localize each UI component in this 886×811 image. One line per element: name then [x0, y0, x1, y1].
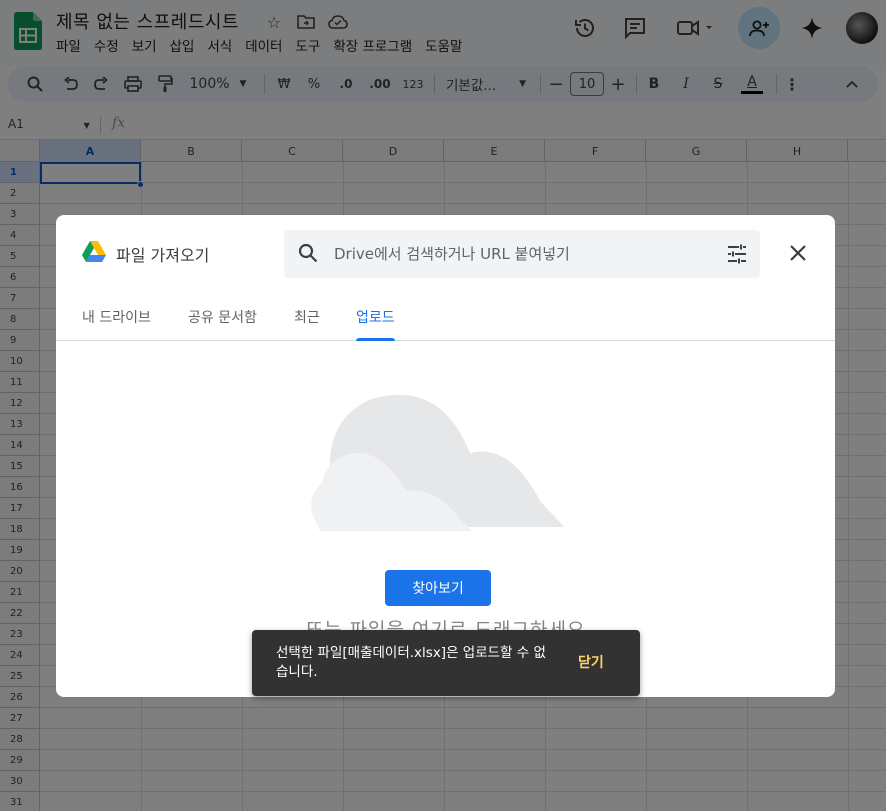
dialog-title: 파일 가져오기: [116, 246, 210, 265]
tab-my-drive[interactable]: 내 드라이브: [82, 307, 151, 341]
close-dialog-button[interactable]: [784, 239, 812, 267]
close-icon: [790, 245, 806, 261]
browse-button[interactable]: 찾아보기: [385, 570, 491, 606]
cloud-illustration-icon: [311, 394, 564, 531]
import-file-dialog: 파일 가져오기 내 드라이브 공유 문서함 최근 업로드 찾아보기 또는 파일을…: [56, 215, 835, 697]
tab-recent[interactable]: 최근: [294, 307, 320, 341]
search-options-icon[interactable]: [726, 243, 748, 265]
drive-search-input[interactable]: [334, 242, 704, 266]
search-icon[interactable]: [298, 243, 318, 263]
tab-upload[interactable]: 업로드: [356, 307, 395, 341]
dialog-tabs: 내 드라이브 공유 문서함 최근 업로드: [56, 295, 835, 341]
tab-shared-with-me[interactable]: 공유 문서함: [188, 307, 257, 341]
snackbar-message: 선택한 파일[매출데이터.xlsx]은 업로드할 수 없습니다.: [276, 645, 546, 680]
error-snackbar: 선택한 파일[매출데이터.xlsx]은 업로드할 수 없습니다. 닫기: [252, 630, 640, 696]
snackbar-close-button[interactable]: 닫기: [578, 652, 604, 672]
drive-search-box[interactable]: [284, 230, 760, 278]
google-drive-logo-icon: [82, 241, 106, 262]
